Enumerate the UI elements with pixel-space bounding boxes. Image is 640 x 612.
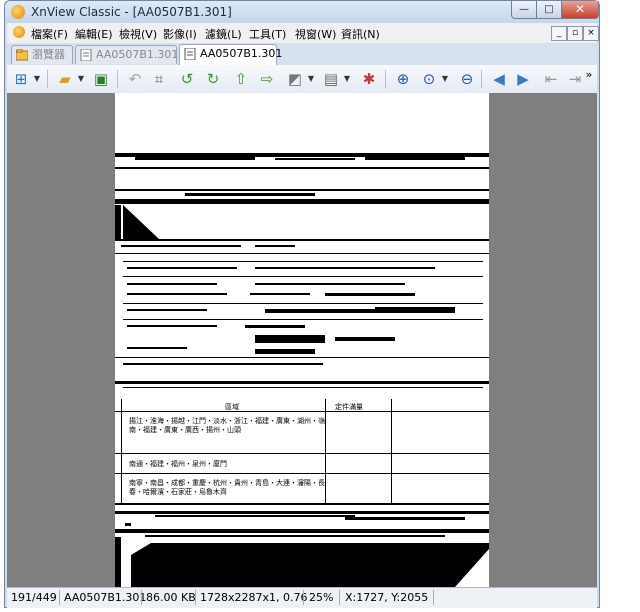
tab-image-2[interactable]: AA0507B1.301 [179, 44, 282, 65]
document-image: 區域 定件滿量 揚江・淮海・揚越・江門・淡水・浙江・福建・廣東・湖州・嶺南・福建… [115, 93, 489, 587]
browser-tab-icon [16, 49, 28, 61]
menu-image[interactable]: 影像(I) [163, 26, 197, 42]
toolbar-separator [47, 70, 48, 88]
mdi-close-button[interactable]: × [583, 26, 599, 41]
scanned-document-graphic [115, 153, 489, 587]
status-separator [141, 590, 142, 605]
zoom-out-icon[interactable]: ⊖ [457, 69, 477, 89]
first-icon[interactable]: ⇤ [541, 69, 561, 89]
chevron-down-icon[interactable]: ▼ [307, 69, 315, 89]
xnview-app-icon [11, 5, 25, 19]
import-icon[interactable]: ⇨ [257, 69, 277, 89]
status-dimensions: 1728x2287x1, 0.76 [200, 591, 308, 604]
toolbar-overflow-icon[interactable]: » [583, 65, 595, 85]
zoom-fit-icon[interactable]: ⊙ [419, 69, 439, 89]
status-zoom: 25% [309, 591, 334, 604]
tab-bar: 瀏覽器 AA0507B1.301 AA0507B1.301 [7, 43, 597, 65]
open-folder-icon[interactable]: ▰ [55, 69, 75, 89]
menu-filter[interactable]: 濾鏡(L) [205, 26, 242, 42]
toolbar: ⊞ ▼ ▰ ▼ ▣ ↶ ⌗ ↺ ↻ ⇧ ⇨ ◩ ▼ ▤ ▼ ✱ ⊕ ⊙ ▼ ⊖ … [7, 65, 597, 94]
next-icon[interactable]: ▶ [513, 69, 533, 89]
chevron-down-icon[interactable]: ▼ [441, 69, 449, 89]
image-viewer[interactable]: 區域 定件滿量 揚江・淮海・揚越・江門・淡水・浙江・福建・廣東・湖州・嶺南・福建… [7, 93, 597, 587]
crop-icon[interactable]: ⌗ [149, 69, 169, 89]
menu-window[interactable]: 視窗(W) [295, 26, 336, 42]
status-coordinates: X:1727, Y:2055 [345, 591, 429, 604]
document-tab-icon [80, 49, 92, 61]
table-header-region: 區域 [225, 403, 239, 411]
tab-image-2-label: AA0507B1.301 [200, 47, 283, 60]
undo-icon[interactable]: ↶ [125, 69, 145, 89]
adjust-icon[interactable]: ◩ [285, 69, 305, 89]
status-bar: 191/449 AA0507B1.301 86.00 KB 1728x2287x… [7, 587, 597, 608]
mdi-restore-button[interactable]: ▫ [567, 26, 583, 41]
settings-icon[interactable]: ✱ [359, 69, 379, 89]
status-separator [339, 590, 340, 605]
window-title: XnView Classic - [AA0507B1.301] [31, 5, 232, 19]
tab-image-1[interactable]: AA0507B1.301 [75, 45, 179, 64]
status-separator [303, 590, 304, 605]
save-icon[interactable]: ▣ [91, 69, 111, 89]
menu-file[interactable]: 檔案(F) [31, 26, 68, 42]
table-row-text: 南寧・南昌・成都・重慶・杭州・貴州・青島・大連・瀋陽・長春・哈爾濱・石家莊・烏魯… [129, 479, 325, 496]
title-bar[interactable]: XnView Classic - [AA0507B1.301] — □ ✕ [5, 1, 599, 23]
menu-tools[interactable]: 工具(T) [249, 26, 286, 42]
table-header-quantity: 定件滿量 [335, 403, 363, 411]
close-button[interactable]: ✕ [561, 1, 599, 19]
menu-view[interactable]: 檢視(V) [119, 26, 157, 42]
chevron-down-icon[interactable]: ▼ [33, 69, 41, 89]
minimize-button[interactable]: — [511, 1, 537, 19]
status-separator [59, 590, 60, 605]
rotate-left-icon[interactable]: ↺ [177, 69, 197, 89]
status-separator [195, 590, 196, 605]
status-filesize: 86.00 KB [146, 591, 196, 604]
app-window: XnView Classic - [AA0507B1.301] — □ ✕ 檔案… [4, 0, 600, 608]
status-separator [433, 590, 434, 605]
export-icon[interactable]: ⇧ [231, 69, 251, 89]
last-icon[interactable]: ⇥ [565, 69, 585, 89]
menu-bar: 檔案(F) 編輯(E) 檢視(V) 影像(I) 濾鏡(L) 工具(T) 視窗(W… [7, 23, 599, 43]
maximize-button[interactable]: □ [536, 1, 562, 19]
print-icon[interactable]: ▤ [321, 69, 341, 89]
tab-browser[interactable]: 瀏覽器 [11, 45, 73, 64]
tab-browser-label: 瀏覽器 [32, 48, 65, 61]
menu-app-icon[interactable] [13, 26, 25, 38]
table-row-text: 南通・福建・福州・泉州・廈門 [129, 460, 227, 468]
toolbar-separator [385, 70, 386, 88]
mdi-minimize-button[interactable]: _ [551, 26, 567, 41]
status-filename: AA0507B1.301 [64, 591, 147, 604]
zoom-in-icon[interactable]: ⊕ [393, 69, 413, 89]
toolbar-separator [481, 70, 482, 88]
table-row-text: 揚江・淮海・揚越・江門・淡水・浙江・福建・廣東・湖州・嶺南・福建・廣東・廣西・揚… [129, 417, 325, 434]
chevron-down-icon[interactable]: ▼ [343, 69, 351, 89]
chevron-down-icon[interactable]: ▼ [77, 69, 85, 89]
rotate-right-icon[interactable]: ↻ [203, 69, 223, 89]
status-index: 191/449 [11, 591, 57, 604]
menu-info[interactable]: 資訊(N) [341, 26, 380, 42]
browser-icon[interactable]: ⊞ [11, 69, 31, 89]
menu-edit[interactable]: 編輯(E) [75, 26, 113, 42]
previous-icon[interactable]: ◀ [489, 69, 509, 89]
document-tab-icon [184, 48, 196, 60]
tab-image-1-label: AA0507B1.301 [96, 48, 179, 61]
toolbar-separator [117, 70, 118, 88]
